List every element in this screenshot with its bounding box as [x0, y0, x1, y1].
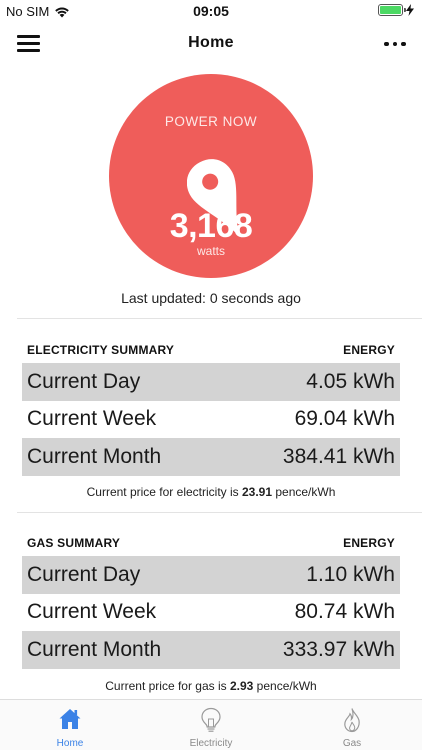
tab-electricity[interactable]: Electricity	[141, 700, 281, 750]
electricity-price-value: 23.91	[241, 485, 273, 499]
tab-label: Gas	[342, 738, 362, 749]
gas-price-value: 2.93	[229, 679, 254, 693]
nav-bar: Home	[0, 22, 422, 66]
electricity-summary-title: ELECTRICITY SUMMARY	[27, 343, 175, 357]
home-icon	[59, 709, 81, 729]
table-row: Current Week 69.04 kWh	[22, 401, 400, 439]
energy-column-header: ENERGY	[343, 343, 395, 357]
price-prefix: Current price for gas is	[105, 679, 230, 693]
battery-icon	[378, 4, 406, 16]
row-value: 4.05 kWh	[306, 369, 395, 393]
gas-price-note: Current price for gas is 2.93 pence/kWh	[0, 679, 422, 693]
row-label: Current Day	[27, 369, 141, 393]
gas-summary: GAS SUMMARY ENERGY Current Day 1.10 kWh …	[22, 533, 400, 669]
power-now-value: 3,168	[169, 207, 253, 245]
lightbulb-icon	[201, 707, 221, 732]
row-label: Current Day	[27, 562, 141, 586]
row-value: 1.10 kWh	[306, 562, 395, 586]
tab-label: Electricity	[189, 738, 233, 749]
divider	[17, 318, 422, 319]
table-row: Current Month 384.41 kWh	[22, 438, 400, 476]
page-title: Home	[188, 34, 234, 51]
price-prefix: Current price for electricity is	[86, 485, 242, 499]
electricity-rows: Current Day 4.05 kWh Current Week 69.04 …	[22, 363, 400, 476]
summary-header: GAS SUMMARY ENERGY	[22, 533, 400, 551]
row-value: 384.41 kWh	[282, 444, 395, 468]
tab-label: Home	[56, 738, 84, 749]
divider	[17, 512, 422, 513]
row-value: 69.04 kWh	[294, 407, 395, 431]
row-label: Current Week	[27, 600, 157, 624]
last-updated-text: Last updated: 0 seconds ago	[121, 290, 301, 306]
flame-icon	[344, 708, 360, 733]
status-time: 09:05	[193, 3, 229, 19]
table-row: Current Week 80.74 kWh	[22, 594, 400, 632]
tab-home[interactable]: Home	[0, 700, 140, 750]
status-bar: No SIM 09:05	[0, 0, 422, 22]
row-value: 80.74 kWh	[294, 600, 395, 624]
row-label: Current Week	[27, 407, 157, 431]
power-now-unit: watts	[196, 244, 225, 258]
table-row: Current Month 333.97 kWh	[22, 631, 400, 669]
row-value: 333.97 kWh	[282, 637, 395, 661]
tab-bar: Home Electricity Gas	[0, 699, 422, 750]
tab-gas[interactable]: Gas	[282, 700, 422, 750]
summary-header: ELECTRICITY SUMMARY ENERGY	[22, 340, 400, 358]
status-right	[378, 4, 414, 16]
row-label: Current Month	[27, 637, 162, 661]
row-label: Current Month	[27, 444, 162, 468]
table-row: Current Day 4.05 kWh	[22, 363, 400, 401]
electricity-price-note: Current price for electricity is 23.91 p…	[0, 485, 422, 499]
power-now-label: POWER NOW	[164, 114, 258, 129]
power-now-circle: POWER NOW 3,168 watts	[109, 74, 313, 278]
electricity-summary: ELECTRICITY SUMMARY ENERGY Current Day 4…	[22, 340, 400, 476]
gas-summary-title: GAS SUMMARY	[27, 536, 121, 550]
table-row: Current Day 1.10 kWh	[22, 556, 400, 594]
price-suffix: pence/kWh	[272, 485, 336, 499]
price-suffix: pence/kWh	[253, 679, 317, 693]
more-options-button[interactable]	[384, 36, 408, 52]
energy-column-header: ENERGY	[343, 536, 395, 550]
gas-rows: Current Day 1.10 kWh Current Week 80.74 …	[22, 556, 400, 669]
charging-bolt-icon	[406, 4, 414, 16]
